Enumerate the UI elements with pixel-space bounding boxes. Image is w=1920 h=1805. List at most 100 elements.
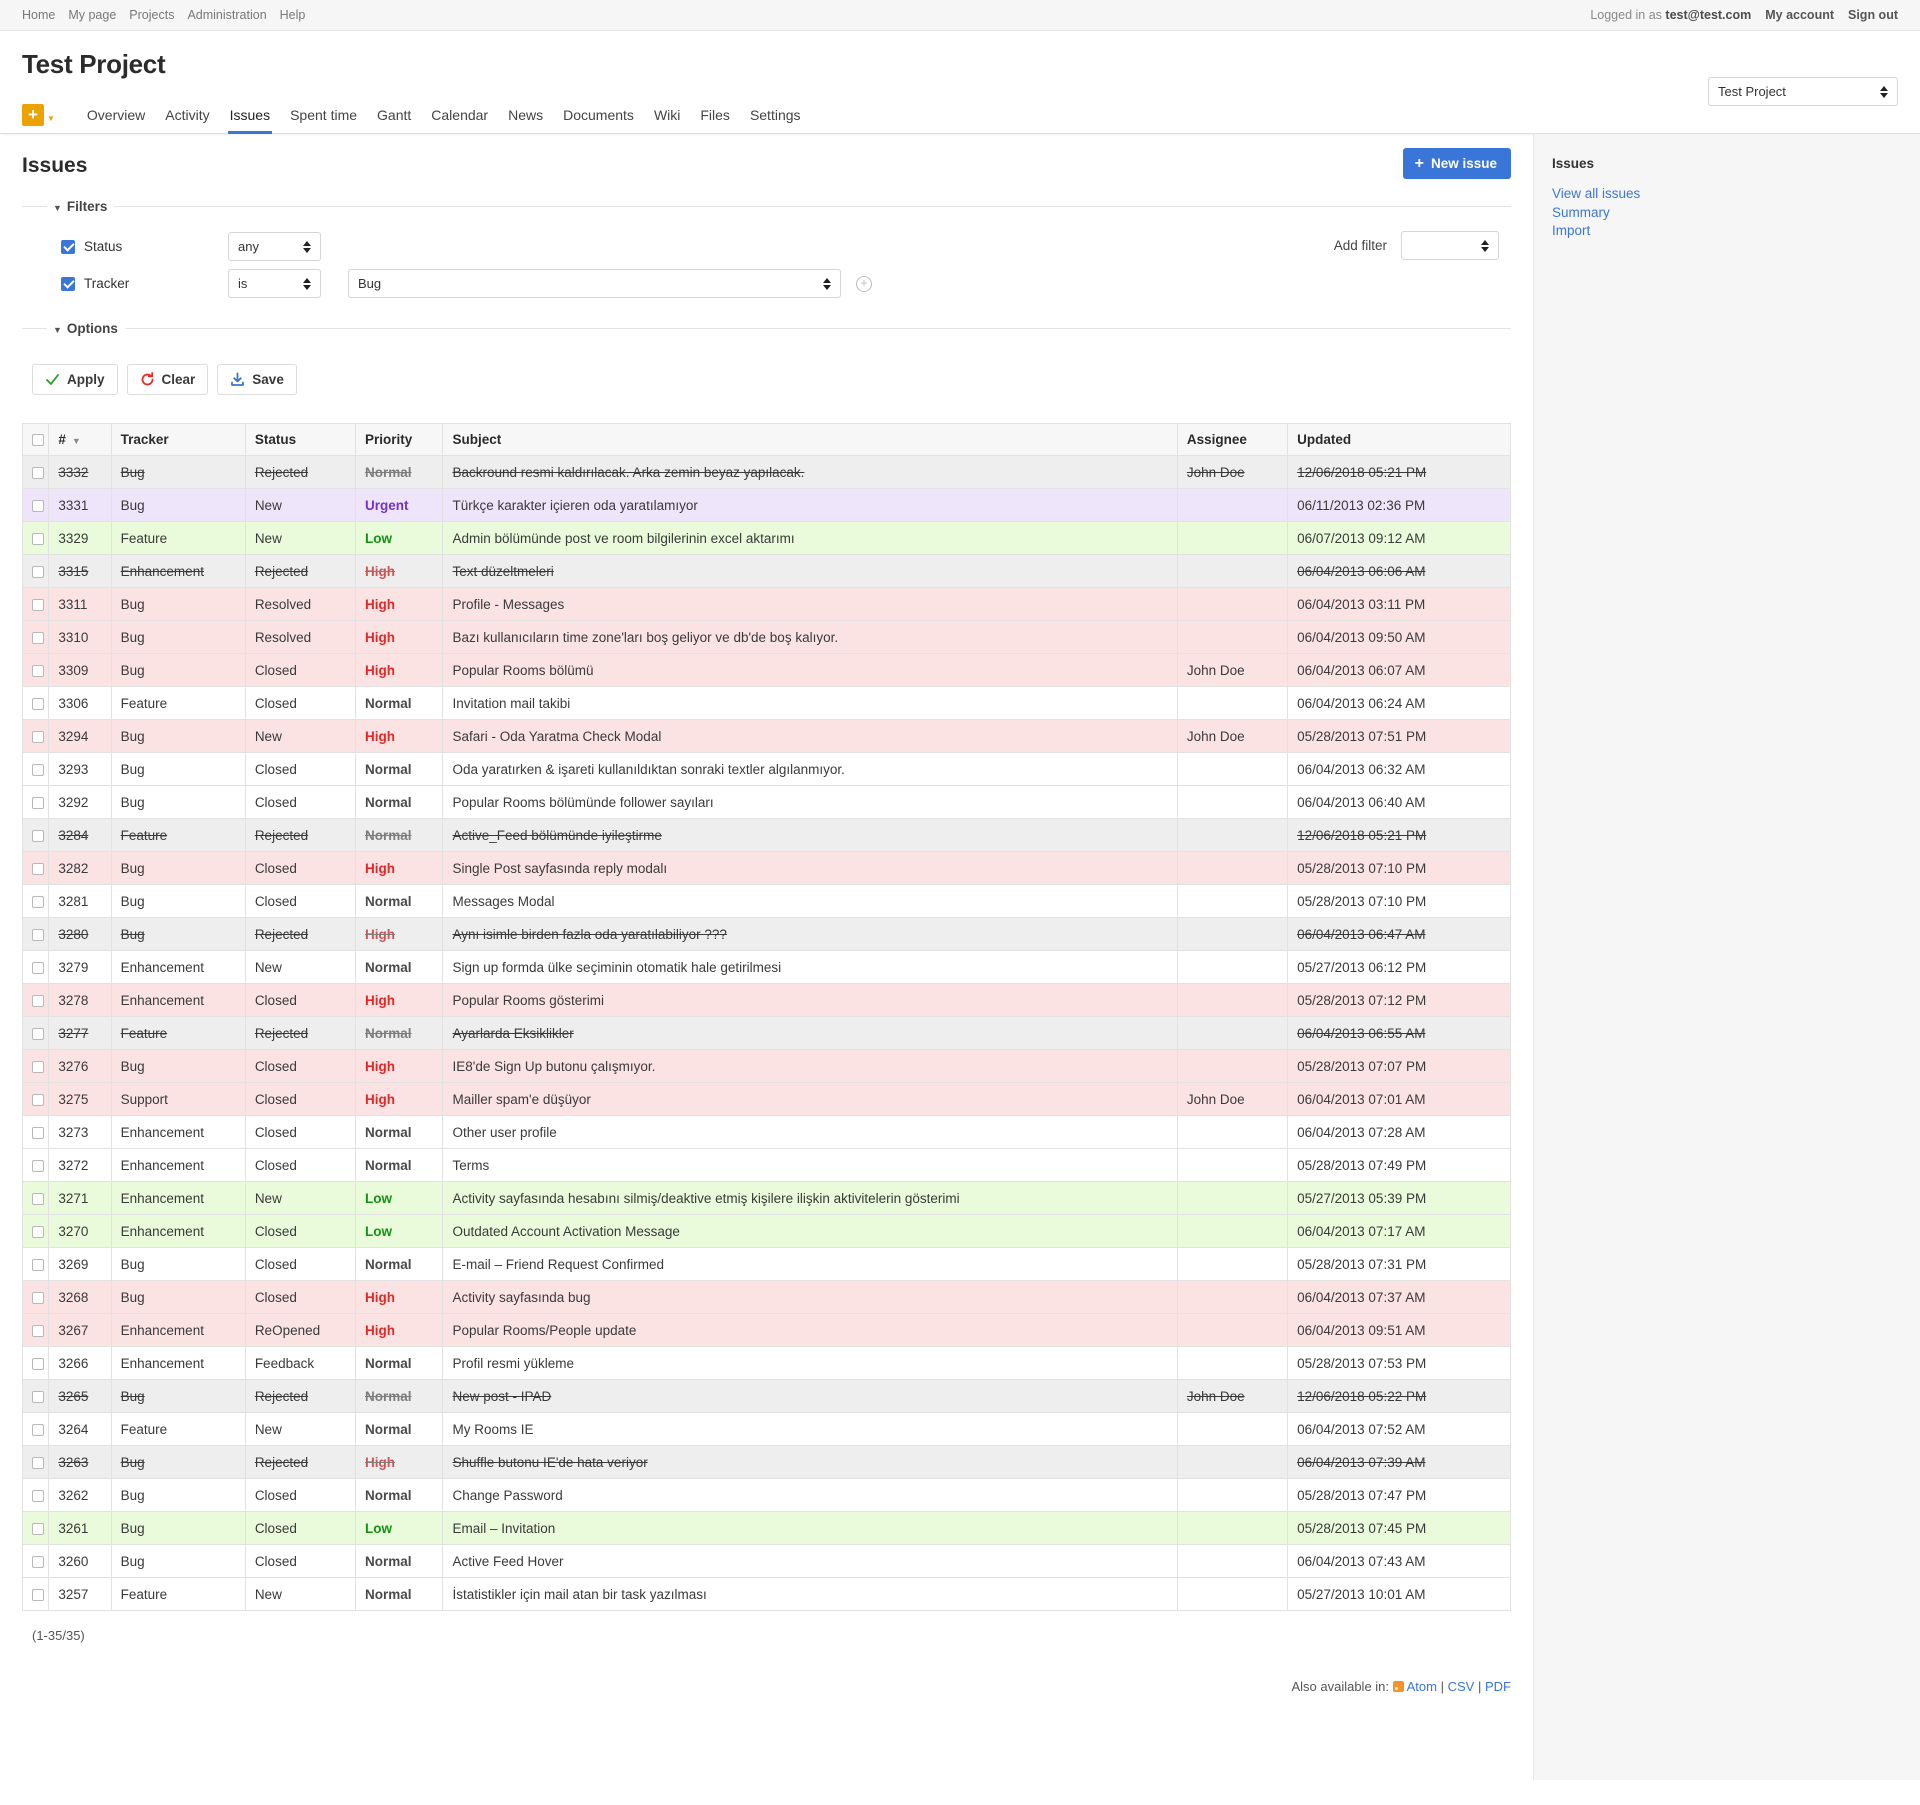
table-row[interactable]: 3281 Bug Closed Normal Messages Modal 05/28/2… xyxy=(21,884,1511,918)
row-checkbox[interactable] xyxy=(32,1357,44,1370)
column-header-priority[interactable]: Priority xyxy=(355,423,444,456)
cell-subject[interactable]: İstatistikler için mail atan bir task ya… xyxy=(442,1577,1178,1611)
row-select-cell[interactable] xyxy=(21,1313,50,1347)
cell-issue-id[interactable]: 3271 xyxy=(48,1181,112,1215)
row-checkbox[interactable] xyxy=(32,1258,44,1271)
cell-subject[interactable]: Bazı kullanıcıların time zone'ları boş g… xyxy=(442,620,1178,654)
cell-subject[interactable]: IE8'de Sign Up butonu çalışmıyor. xyxy=(442,1049,1178,1083)
table-row[interactable]: 3311 Bug Resolved High Profile - Messages 06/… xyxy=(21,587,1511,621)
cell-issue-id[interactable]: 3311 xyxy=(48,587,112,621)
table-row[interactable]: 3279 Enhancement New Normal Sign up formda ü… xyxy=(21,950,1511,984)
project-jump-box[interactable]: Test Project xyxy=(1708,77,1898,106)
row-select-cell[interactable] xyxy=(21,1478,50,1512)
table-row[interactable]: 3309 Bug Closed High Popular Rooms bölümü Joh… xyxy=(21,653,1511,687)
row-checkbox[interactable] xyxy=(32,1390,44,1403)
tab-issues[interactable]: Issues xyxy=(220,101,280,134)
top-menu-item-help[interactable]: Help xyxy=(280,8,306,22)
row-checkbox[interactable] xyxy=(32,664,44,677)
row-select-cell[interactable] xyxy=(21,587,50,621)
tab-gantt[interactable]: Gantt xyxy=(367,101,421,133)
tab-wiki[interactable]: Wiki xyxy=(644,101,690,133)
cell-subject[interactable]: Messages Modal xyxy=(442,884,1178,918)
apply-button[interactable]: Apply xyxy=(32,364,118,395)
table-row[interactable]: 3273 Enhancement Closed Normal Other user pr… xyxy=(21,1115,1511,1149)
cell-issue-id[interactable]: 3331 xyxy=(48,488,112,522)
column-header-tracker[interactable]: Tracker xyxy=(110,423,246,456)
table-row[interactable]: 3276 Bug Closed High IE8'de Sign Up butonu ç… xyxy=(21,1049,1511,1083)
row-select-cell[interactable] xyxy=(21,1445,50,1479)
cell-issue-id[interactable]: 3278 xyxy=(48,983,112,1017)
row-checkbox[interactable] xyxy=(32,796,44,809)
row-select-cell[interactable] xyxy=(21,884,50,918)
column-header-assignee[interactable]: Assignee xyxy=(1176,423,1289,456)
cell-subject[interactable]: Outdated Account Activation Message xyxy=(442,1214,1178,1248)
row-checkbox[interactable] xyxy=(32,1093,44,1106)
row-checkbox[interactable] xyxy=(32,994,44,1007)
sidebar-item-view-all-issues[interactable]: View all issues xyxy=(1552,185,1902,203)
sign-out-link[interactable]: Sign out xyxy=(1848,8,1898,22)
table-row[interactable]: 3269 Bug Closed Normal E-mail – Friend Reque… xyxy=(21,1247,1511,1281)
project-jump-select[interactable]: Test Project xyxy=(1708,77,1898,106)
clear-button[interactable]: Clear xyxy=(126,364,209,395)
cell-issue-id[interactable]: 3276 xyxy=(48,1049,112,1083)
row-select-cell[interactable] xyxy=(21,851,50,885)
top-menu-item-administration[interactable]: Administration xyxy=(187,8,266,22)
cell-subject[interactable]: Active_Feed bölümünde iyileştirme xyxy=(442,818,1178,852)
row-checkbox[interactable] xyxy=(32,1489,44,1502)
cell-subject[interactable]: Ayarlarda Eksiklikler xyxy=(442,1016,1178,1050)
row-select-cell[interactable] xyxy=(21,1379,50,1413)
cell-issue-id[interactable]: 3279 xyxy=(48,950,112,984)
cell-issue-id[interactable]: 3265 xyxy=(48,1379,112,1413)
cell-issue-id[interactable]: 3273 xyxy=(48,1115,112,1149)
row-checkbox[interactable] xyxy=(32,895,44,908)
row-checkbox[interactable] xyxy=(32,1324,44,1337)
cell-subject[interactable]: Profile - Messages xyxy=(442,587,1178,621)
cell-subject[interactable]: New post - IPAD xyxy=(442,1379,1178,1413)
column-header-subject[interactable]: Subject xyxy=(442,423,1178,456)
cell-subject[interactable]: Single Post sayfasında reply modalı xyxy=(442,851,1178,885)
row-checkbox[interactable] xyxy=(32,1027,44,1040)
table-row[interactable]: 3329 Feature New Low Admin bölümünde post ve… xyxy=(21,521,1511,555)
cell-issue-id[interactable]: 3268 xyxy=(48,1280,112,1314)
cell-issue-id[interactable]: 3284 xyxy=(48,818,112,852)
row-checkbox[interactable] xyxy=(32,499,44,512)
table-row[interactable]: 3268 Bug Closed High Activity sayfasında bug… xyxy=(21,1280,1511,1314)
table-row[interactable]: 3270 Enhancement Closed Low Outdated Account… xyxy=(21,1214,1511,1248)
table-row[interactable]: 3332 Bug Rejected Normal Backround resmi kal… xyxy=(21,455,1511,489)
table-row[interactable]: 3264 Feature New Normal My Rooms IE 06/04/201… xyxy=(21,1412,1511,1446)
cell-issue-id[interactable]: 3329 xyxy=(48,521,112,555)
row-checkbox[interactable] xyxy=(32,1126,44,1139)
table-row[interactable]: 3284 Feature Rejected Normal Active_Feed böl… xyxy=(21,818,1511,852)
row-checkbox[interactable] xyxy=(32,1060,44,1073)
cell-subject[interactable]: Change Password xyxy=(442,1478,1178,1512)
cell-subject[interactable]: Oda yaratırken & işareti kullanıldıktan … xyxy=(442,752,1178,786)
table-row[interactable]: 3275 Support Closed High Mailler spam'e düşü… xyxy=(21,1082,1511,1116)
cell-issue-id[interactable]: 3275 xyxy=(48,1082,112,1116)
sidebar-item-import[interactable]: Import xyxy=(1552,222,1902,240)
atom-link[interactable]: Atom xyxy=(1407,1679,1437,1694)
cell-subject[interactable]: Admin bölümünde post ve room bilgilerini… xyxy=(442,521,1178,555)
filter-operator-select-tracker[interactable]: is xyxy=(228,269,321,298)
column-header-status[interactable]: Status xyxy=(244,423,357,456)
tab-calendar[interactable]: Calendar xyxy=(421,101,498,133)
cell-issue-id[interactable]: 3281 xyxy=(48,884,112,918)
row-select-cell[interactable] xyxy=(21,752,50,786)
row-select-cell[interactable] xyxy=(21,1115,50,1149)
row-checkbox[interactable] xyxy=(32,565,44,578)
row-select-cell[interactable] xyxy=(21,1049,50,1083)
column-header-id[interactable]: # ▼ xyxy=(48,423,112,456)
top-menu-item-my-page[interactable]: My page xyxy=(68,8,116,22)
row-checkbox[interactable] xyxy=(32,1522,44,1535)
tab-settings[interactable]: Settings xyxy=(740,101,811,133)
cell-subject[interactable]: Terms xyxy=(442,1148,1178,1182)
cell-issue-id[interactable]: 3310 xyxy=(48,620,112,654)
row-checkbox[interactable] xyxy=(32,961,44,974)
cell-subject[interactable]: Invitation mail takibi xyxy=(442,686,1178,720)
cell-subject[interactable]: Other user profile xyxy=(442,1115,1178,1149)
row-checkbox[interactable] xyxy=(32,1291,44,1304)
top-menu-item-projects[interactable]: Projects xyxy=(129,8,174,22)
sidebar-item-summary[interactable]: Summary xyxy=(1552,204,1902,222)
row-select-cell[interactable] xyxy=(21,1511,50,1545)
row-select-cell[interactable] xyxy=(21,1214,50,1248)
row-checkbox[interactable] xyxy=(32,730,44,743)
